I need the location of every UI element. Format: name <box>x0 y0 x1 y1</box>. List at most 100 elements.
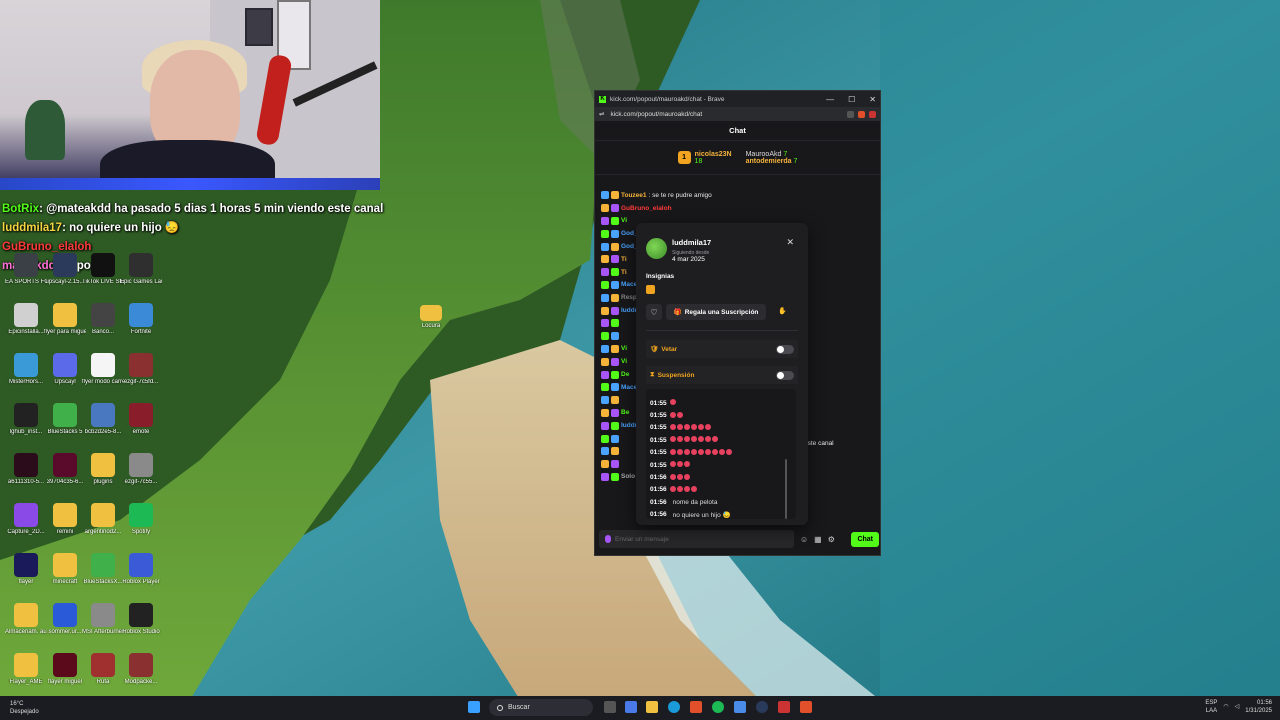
desktop-icon[interactable]: flyer modo carrera <box>82 353 124 386</box>
chat-username[interactable]: Ti <box>621 256 627 263</box>
desktop-icon-label: Banco... <box>91 329 114 335</box>
timeout-toggle[interactable] <box>776 370 794 380</box>
ban-row[interactable]: 🛡 Vetar <box>646 340 798 358</box>
user-card-popup[interactable]: luddmila17 Siguiendo desde 4 mar 2025 ✕ … <box>636 223 808 525</box>
desktop-icon[interactable]: upscayl-2.15... <box>44 253 86 286</box>
emote-icon <box>683 448 690 455</box>
desktop-icon[interactable]: Almacenam. automatic... <box>5 603 47 636</box>
desktop-icon[interactable]: MSI Afterburner <box>82 603 124 636</box>
obs-icon[interactable] <box>778 701 790 713</box>
desktop-icon[interactable]: Epicinstalla... <box>5 303 47 336</box>
notepad-icon[interactable] <box>734 701 746 713</box>
spotify-icon[interactable] <box>712 701 724 713</box>
timeout-row[interactable]: ⧗ Suspensión <box>646 366 798 384</box>
user-card-username[interactable]: luddmila17 <box>672 238 711 247</box>
desktop-icon[interactable]: 39704c35-6... <box>44 453 86 486</box>
chat-input-bar[interactable]: Enviar un mensaje ☺ ▦ ⚙ Chat <box>599 530 879 548</box>
desktop-icon[interactable]: emote <box>120 403 162 436</box>
chat-username[interactable]: Touzee1 <box>621 192 647 199</box>
title-bar[interactable]: K kick.com/popout/mauroakd/chat - Brave … <box>595 91 880 107</box>
desktop-icon[interactable]: Modpacke... <box>120 653 162 686</box>
chat-username[interactable]: GuBruno_elaloh <box>621 205 672 212</box>
widgets-icon[interactable] <box>625 701 637 713</box>
leader-name[interactable]: nicolas23N <box>695 151 732 158</box>
chat-username[interactable]: Be <box>621 409 629 416</box>
chat-username[interactable]: Ti <box>621 269 627 276</box>
desktop-icon[interactable]: minecraft <box>44 553 86 586</box>
desktop-icon[interactable]: Fortnite <box>120 303 162 336</box>
ban-toggle[interactable] <box>776 344 794 354</box>
edge-icon[interactable] <box>668 701 680 713</box>
taskbar-search[interactable]: Buscar <box>489 699 593 716</box>
brave-active-icon[interactable] <box>800 701 812 713</box>
desktop-icon[interactable]: BlueStacksX... <box>82 553 124 586</box>
desktop-icon[interactable]: ezgif-7c5fd... <box>120 353 162 386</box>
desktop-icon[interactable]: Roblox Player <box>120 553 162 586</box>
message-history[interactable]: 01:55 01:55 01:55 01:55 01:55 01:55 01:56 01:56… <box>646 389 796 519</box>
brave-shield-icon[interactable] <box>858 110 865 118</box>
desktop-icon[interactable]: Spotify <box>120 503 162 536</box>
chat-username[interactable]: Vi <box>621 217 627 224</box>
desktop-icon[interactable]: sommer.ur... <box>44 603 86 636</box>
close-window-button[interactable]: ✕ <box>869 95 876 104</box>
desktop-icon[interactable]: Banco... <box>82 303 124 336</box>
steam-icon[interactable] <box>756 701 768 713</box>
chat-username[interactable]: Vi <box>621 345 627 352</box>
emote-icon[interactable]: ☺ <box>800 535 808 544</box>
chat-message[interactable]: Touzee1: se te re pudre amigo <box>601 189 876 202</box>
desktop-icon[interactable]: argentinod2... <box>82 503 124 536</box>
send-chat-button[interactable]: Chat <box>851 531 879 547</box>
chat-username[interactable]: Vi <box>621 358 627 365</box>
desktop-icon[interactable]: ezgif-7c55... <box>120 453 162 486</box>
volume-icon[interactable]: ◁ <box>1235 703 1240 711</box>
store-icon[interactable]: ▦ <box>814 535 822 544</box>
wifi-icon[interactable]: ◠ <box>1223 703 1228 711</box>
site-settings-icon[interactable]: ⇌ <box>599 110 604 118</box>
desktop-icon[interactable]: Epic Games Launcher <box>120 253 162 286</box>
desktop-icon[interactable]: Flayer_AME <box>5 653 47 686</box>
desktop-icon[interactable]: lghub_inst... <box>5 403 47 436</box>
desktop-icon[interactable]: a6111310-5... <box>5 453 47 486</box>
follow-heart-button[interactable]: ♡ <box>646 304 662 320</box>
system-tray[interactable]: ESP LAA ◠ ◁ 01:56 1/31/2025 <box>1205 699 1272 715</box>
minimize-button[interactable]: — <box>826 95 834 104</box>
file-explorer-icon[interactable] <box>646 701 658 713</box>
mic-icon[interactable] <box>605 535 611 543</box>
hand-icon[interactable]: ✋ <box>778 307 787 315</box>
desktop-icon[interactable]: flayer miguel <box>44 653 86 686</box>
desktop-icon[interactable]: remini <box>44 503 86 536</box>
close-icon[interactable]: ✕ <box>786 237 794 248</box>
desktop-folder-locura[interactable]: Locura <box>410 305 452 330</box>
third-name[interactable]: antodemierda <box>746 158 792 165</box>
desktop-icon[interactable]: BlueStacks 5 <box>44 403 86 436</box>
desktop-icon[interactable]: bcb2d2e5-8... <box>82 403 124 436</box>
url-text[interactable]: kick.com/popout/mauroakd/chat <box>610 111 702 118</box>
chat-username[interactable]: De <box>621 371 629 378</box>
desktop-icon[interactable]: EA SPORTS FC 25 <box>5 253 47 286</box>
second-name[interactable]: MaurooAkd <box>746 151 782 158</box>
desktop-icon[interactable]: TikTok LIVE Studio <box>82 253 124 286</box>
desktop-icon[interactable]: Upscayl <box>44 353 86 386</box>
chat-message[interactable]: GuBruno_elaloh <box>601 202 876 215</box>
history-scrollbar[interactable] <box>785 459 787 519</box>
weather-widget[interactable]: 16°C Despejado <box>10 700 39 716</box>
desktop-icon[interactable]: flyer para miguel <box>44 303 86 336</box>
message-input[interactable]: Enviar un mensaje <box>599 530 794 548</box>
desktop-icon[interactable]: plugins <box>82 453 124 486</box>
history-message: 01:56 <box>650 484 792 496</box>
history-emotes <box>669 461 691 469</box>
extension-icon[interactable] <box>847 110 854 118</box>
desktop-icon[interactable]: Capture_2D... <box>5 503 47 536</box>
gift-subscription-button[interactable]: 🎁 Regala una Suscripción <box>666 304 766 320</box>
brave-rewards-icon[interactable] <box>869 110 876 118</box>
task-view-icon[interactable] <box>604 701 616 713</box>
desktop-icon[interactable]: MisterHors... <box>5 353 47 386</box>
desktop-icon[interactable]: flayer <box>5 553 47 586</box>
gear-icon[interactable]: ⚙ <box>828 535 835 544</box>
windows-start-icon[interactable] <box>468 701 480 713</box>
desktop-icon[interactable]: Ruta <box>82 653 124 686</box>
address-bar[interactable]: ⇌ kick.com/popout/mauroakd/chat <box>595 107 880 121</box>
brave-icon[interactable] <box>690 701 702 713</box>
maximize-button[interactable]: ☐ <box>848 95 855 104</box>
desktop-icon[interactable]: Roblox Studio <box>120 603 162 636</box>
